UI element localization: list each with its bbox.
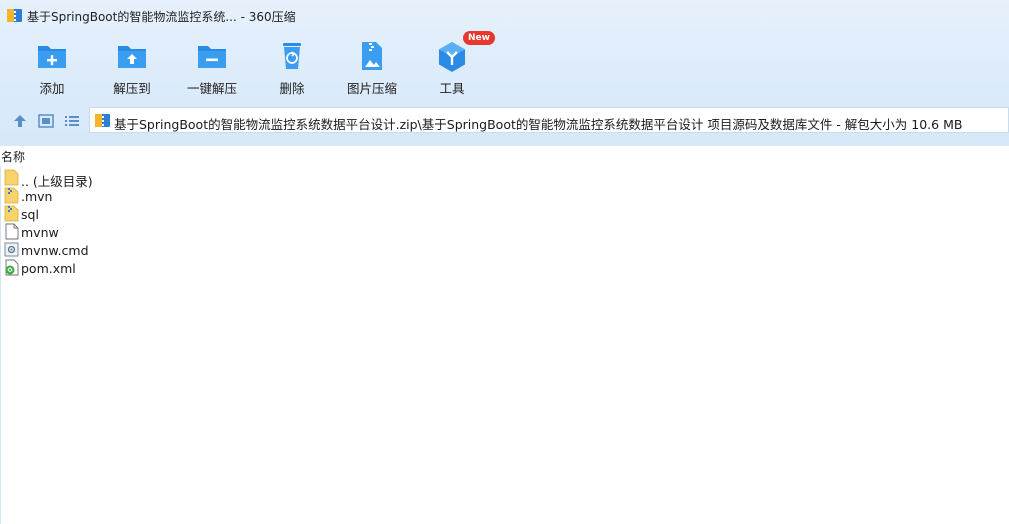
list-item[interactable]: mvnw.cmd bbox=[0, 241, 300, 259]
list-item-parent-directory[interactable]: .. (上级目录) bbox=[0, 169, 300, 189]
image-compress-icon bbox=[362, 42, 382, 70]
file-name: pom.xml bbox=[21, 261, 76, 276]
folder-icon bbox=[4, 169, 19, 186]
new-badge: New bbox=[463, 31, 495, 45]
list-view-icon[interactable] bbox=[63, 112, 81, 130]
list-item[interactable]: sql bbox=[0, 205, 300, 223]
list-item[interactable]: .mvn bbox=[0, 187, 300, 205]
title-bar: 基于SpringBoot的智能物流监控系统... - 360压缩 bbox=[0, 0, 1009, 30]
path-bar[interactable]: 基于SpringBoot的智能物流监控系统数据平台设计.zip\基于Spring… bbox=[89, 107, 1009, 133]
image-compress-button[interactable]: 图片压缩 bbox=[332, 36, 412, 98]
add-folder-icon bbox=[38, 46, 66, 68]
image-compress-label: 图片压缩 bbox=[346, 81, 397, 96]
add-button[interactable]: 添加 bbox=[12, 36, 92, 98]
folder-icon bbox=[4, 205, 19, 222]
file-name: mvnw.cmd bbox=[21, 243, 89, 258]
file-name: sql bbox=[21, 207, 39, 222]
up-arrow-icon[interactable] bbox=[11, 112, 29, 130]
one-click-extract-button[interactable]: 一键解压 bbox=[172, 36, 252, 98]
cmd-file-icon bbox=[4, 242, 19, 257]
thumbnail-view-icon[interactable] bbox=[37, 112, 55, 130]
delete-button[interactable]: 删除 bbox=[252, 36, 332, 98]
window-title: 基于SpringBoot的智能物流监控系统... - 360压缩 bbox=[27, 10, 296, 24]
toolbar: 添加 解压到 一键解压 删除 图片压缩 New 工具 bbox=[0, 31, 600, 100]
tools-icon bbox=[439, 42, 465, 72]
recycle-bin-icon bbox=[283, 43, 301, 69]
folder-icon bbox=[4, 187, 19, 204]
tools-button[interactable]: New 工具 bbox=[412, 31, 495, 98]
navigation-bar: 基于SpringBoot的智能物流监控系统数据平台设计.zip\基于Spring… bbox=[0, 106, 1009, 136]
archive-app-icon bbox=[7, 9, 22, 22]
tools-label: 工具 bbox=[439, 81, 465, 96]
xml-file-icon bbox=[5, 259, 19, 276]
one-click-extract-label: 一键解压 bbox=[186, 81, 237, 96]
archive-icon bbox=[95, 114, 110, 127]
column-name-header[interactable]: 名称 bbox=[1, 148, 25, 165]
list-item[interactable]: pom.xml bbox=[0, 259, 300, 277]
file-name: mvnw bbox=[21, 225, 59, 240]
column-header: 名称 bbox=[0, 146, 1009, 166]
list-item[interactable]: mvnw bbox=[0, 223, 300, 241]
path-text: 基于SpringBoot的智能物流监控系统数据平台设计.zip\基于Spring… bbox=[114, 117, 963, 132]
top-area: 基于SpringBoot的智能物流监控系统... - 360压缩 添加 解压到 bbox=[0, 0, 1009, 146]
file-icon bbox=[5, 223, 19, 240]
extract-to-icon bbox=[118, 46, 146, 68]
one-click-extract-icon bbox=[198, 46, 226, 68]
file-name: .mvn bbox=[21, 189, 53, 204]
add-label: 添加 bbox=[39, 81, 65, 96]
delete-label: 删除 bbox=[279, 81, 305, 96]
extract-to-button[interactable]: 解压到 bbox=[92, 36, 172, 98]
extract-to-label: 解压到 bbox=[113, 81, 151, 96]
